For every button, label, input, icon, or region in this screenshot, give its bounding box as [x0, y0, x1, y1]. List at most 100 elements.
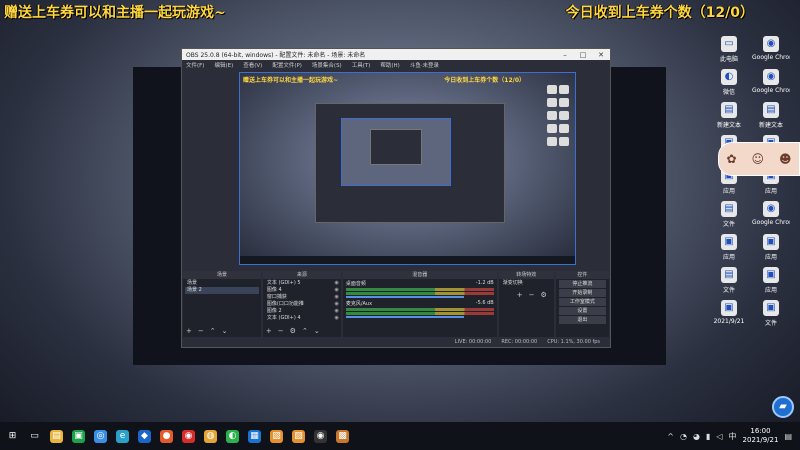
maximize-button[interactable]: □ [574, 51, 592, 59]
up-icon[interactable]: ⌃ [210, 327, 216, 335]
mascot-widget[interactable]: ✿ ☺ ☻ [718, 142, 800, 176]
network-icon[interactable]: ▮ [706, 432, 710, 441]
desktop-icon[interactable]: ▣ 文件 [752, 300, 790, 327]
down-icon[interactable]: ⌄ [314, 327, 320, 335]
add-icon[interactable]: + [186, 327, 192, 335]
task-view-icon[interactable]: ▭ [28, 430, 41, 443]
exit-button[interactable]: 退出 [558, 316, 607, 324]
desktop-icon[interactable]: ▣ 应用 [710, 234, 748, 261]
volume-slider[interactable] [345, 296, 465, 298]
start-recording-button[interactable]: 开始录制 [558, 289, 607, 297]
stop-streaming-button[interactable]: 停止推流 [558, 280, 607, 288]
add-icon[interactable]: + [517, 291, 523, 299]
menu-profile[interactable]: 配置文件(P) [272, 61, 302, 69]
source-item[interactable]: 图像(口口功能推 ◉ [265, 301, 339, 308]
eye-icon[interactable]: ◉ [334, 294, 338, 301]
app-icon[interactable]: ● [160, 429, 173, 443]
remove-icon[interactable]: − [198, 327, 204, 335]
app-icon[interactable]: ▦ [248, 429, 261, 443]
desktop-icon[interactable]: ▣ 应用 [752, 234, 790, 261]
remove-icon[interactable]: − [529, 291, 535, 299]
file-icon: ▤ [721, 102, 737, 118]
app-icon[interactable]: ◉ [182, 429, 195, 443]
app-icon[interactable]: ▧ [270, 429, 283, 443]
eye-icon[interactable]: ◉ [334, 287, 338, 294]
volume-icon[interactable]: ◁ [716, 432, 722, 441]
obs-preview[interactable]: 赠送上车券可以和主播一起玩游戏~ 今日收到上车券个数（12/0） [239, 72, 576, 265]
menu-file[interactable]: 文件(F) [186, 61, 204, 69]
transition-select[interactable]: 渐变切换 [501, 280, 552, 287]
eye-icon[interactable]: ◉ [334, 315, 338, 322]
up-icon[interactable]: ⌃ [302, 327, 308, 335]
app-icon[interactable]: ▣ [72, 429, 85, 443]
desktop-icon[interactable]: ▤ 新建文本 [710, 102, 748, 129]
gear-icon[interactable]: ⚙ [540, 291, 546, 299]
desktop-icon[interactable]: ◉ Google Chrome [752, 201, 790, 228]
folder-float-icon[interactable]: ▰ [772, 396, 794, 418]
desktop-icon[interactable]: ▤ 文件 [710, 201, 748, 228]
tray-app-icon[interactable]: ◔ [680, 432, 687, 441]
obs-window[interactable]: OBS 25.0.8 (64-bit, windows) - 配置文件: 未命名… [181, 48, 611, 348]
scene-item[interactable]: 场景 [185, 280, 259, 287]
system-tray: ^ ◔ ◕ ▮ ◁ 中 16:00 2021/9/21 ▤ [667, 427, 800, 445]
mixer-track: 麦克风/Aux -5.6 dB [343, 299, 497, 319]
desktop-icon[interactable]: ▣ 应用 [752, 267, 790, 294]
down-icon[interactable]: ⌄ [222, 327, 228, 335]
desktop-icon[interactable]: ▣ 2021/9/21 [710, 300, 748, 327]
source-item[interactable]: 图像 4 ◉ [265, 287, 339, 294]
mixer-dock: 混音器 桌面音频 -1.2 dB 麦克风/Aux -5.6 dB [342, 271, 497, 337]
desktop-icon[interactable]: ▤ 文件 [710, 267, 748, 294]
wechat-icon[interactable]: ◐ [226, 429, 239, 443]
eye-icon[interactable]: ◉ [334, 280, 338, 287]
desktop-icon[interactable]: ▤ 新建文本 [752, 102, 790, 129]
menu-view[interactable]: 查看(V) [243, 61, 262, 69]
remove-icon[interactable]: − [278, 327, 284, 335]
edge-icon[interactable]: e [116, 429, 129, 443]
minimize-button[interactable]: – [556, 51, 574, 59]
studio-mode-button[interactable]: 工作室模式 [558, 298, 607, 306]
app-icon: ▣ [763, 300, 779, 316]
file-explorer-icon[interactable]: ▤ [50, 429, 63, 443]
source-item[interactable]: 图像 2 ◉ [265, 308, 339, 315]
volume-slider[interactable] [345, 316, 465, 318]
windows-start-icon[interactable]: ⊞ [6, 430, 19, 443]
tray-app-icon[interactable]: ◕ [693, 432, 700, 441]
chevron-up-icon[interactable]: ^ [667, 432, 674, 441]
ime-icon[interactable]: 中 [729, 431, 737, 442]
mini-desktop-icon [547, 124, 557, 133]
scenes-dock: 场景 场景 场景 2 + − ⌃ ⌄ [183, 271, 261, 337]
menu-scene-collection[interactable]: 场景集合(S) [312, 61, 342, 69]
app-icon[interactable]: ◆ [138, 429, 151, 443]
desktop-icon[interactable]: ◐ 微信 [710, 69, 748, 96]
source-item[interactable]: 窗口捕获 ◉ [265, 294, 339, 301]
app-icon[interactable]: ◍ [204, 429, 217, 443]
notification-icon[interactable]: ▤ [784, 432, 792, 441]
scene-item[interactable]: 场景 2 [185, 287, 259, 294]
source-item[interactable]: 文本 (GDI+) 5 ◉ [265, 280, 339, 287]
browser-icon[interactable]: ◎ [94, 429, 107, 443]
transitions-dock: 转场特效 渐变切换 + − ⚙ [498, 271, 554, 337]
desktop-icon[interactable]: ◉ Google Chrome [752, 69, 790, 96]
clock-time: 16:00 [750, 427, 771, 435]
menu-tools[interactable]: 工具(T) [352, 61, 371, 69]
settings-button[interactable]: 设置 [558, 307, 607, 315]
gear-icon[interactable]: ⚙ [290, 327, 296, 335]
eye-icon[interactable]: ◉ [334, 308, 338, 315]
eye-icon[interactable]: ◉ [334, 301, 338, 308]
app-icon[interactable]: ▨ [292, 429, 305, 443]
desktop-icon-label: Google Chrome [752, 87, 790, 94]
menu-edit[interactable]: 编辑(E) [214, 61, 233, 69]
desktop-icon[interactable]: ◉ Google Chrome [752, 36, 790, 63]
menu-help[interactable]: 帮助(H) [380, 61, 399, 69]
obs-titlebar[interactable]: OBS 25.0.8 (64-bit, windows) - 配置文件: 未命名… [182, 49, 610, 60]
source-item[interactable]: 文本 (GDI+) 4 ◉ [265, 315, 339, 322]
clock[interactable]: 16:00 2021/9/21 [743, 427, 779, 445]
menu-douyu[interactable]: 斗鱼·未登录 [410, 61, 439, 69]
close-button[interactable]: ✕ [592, 51, 610, 59]
desktop-icon-label: 应用 [722, 254, 735, 261]
obs-icon[interactable]: ◉ [314, 429, 327, 443]
desktop-icon[interactable]: ▭ 此电脑 [710, 36, 748, 63]
app-icon[interactable]: ▩ [336, 429, 349, 443]
add-icon[interactable]: + [266, 327, 272, 335]
mascot-face-icon: ☻ [779, 152, 792, 166]
